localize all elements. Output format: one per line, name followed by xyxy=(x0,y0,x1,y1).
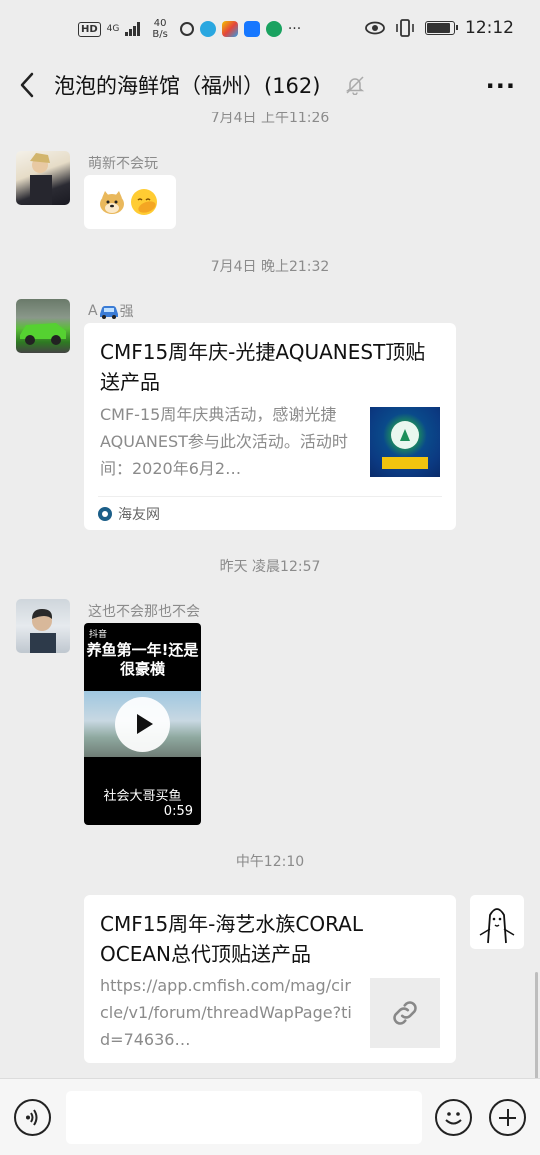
voice-icon xyxy=(26,1109,38,1126)
status-time: 12:12 xyxy=(465,18,514,38)
hd-badge: HD xyxy=(78,21,101,37)
card-title: CMF15周年-海艺水族CORAL OCEAN总代顶贴送产品 xyxy=(100,912,364,966)
input-bar xyxy=(0,1078,540,1155)
back-arrow-icon[interactable] xyxy=(14,70,44,100)
link-thumbnail xyxy=(370,978,440,1048)
avatar[interactable] xyxy=(16,151,70,205)
card-thumbnail xyxy=(370,407,440,477)
app-notification-icon xyxy=(179,22,194,36)
source-logo-icon xyxy=(98,506,112,521)
status-right: 12:12 xyxy=(365,18,514,38)
card-description: CMF-15周年庆典活动，感谢光捷AQUANEST参与此次活动。活动时间：202… xyxy=(100,405,348,478)
car-emoji-icon xyxy=(99,306,118,319)
car-avatar-icon xyxy=(20,323,66,345)
video-caption-top: 养鱼第一年!还是很豪横 xyxy=(86,641,199,678)
sender-name: 这也不会那也不会 xyxy=(88,604,200,620)
signal-icon xyxy=(125,22,141,36)
card-source: 海友网 xyxy=(98,496,442,530)
timestamp: 昨天 凌晨12:57 xyxy=(219,559,321,575)
source-name: 海友网 xyxy=(118,506,160,523)
link-icon xyxy=(393,1001,417,1025)
smiley-icon xyxy=(445,1112,462,1125)
network-speed: 40 B/s xyxy=(152,18,167,40)
speed-value: 40 xyxy=(153,18,167,29)
sender-name: 萌新不会玩 xyxy=(88,156,158,172)
doge-emoji-icon xyxy=(100,191,124,214)
timestamp: 7月4日 晚上21:32 xyxy=(210,259,330,275)
video-caption-bottom: 社会大哥买鱼 xyxy=(103,789,182,804)
vibrate-icon xyxy=(396,19,414,37)
mute-bell-icon xyxy=(345,76,365,95)
play-icon[interactable] xyxy=(115,697,170,752)
chat-title: 泡泡的海鲜馆（福州）(162) xyxy=(54,74,321,98)
avatar[interactable] xyxy=(16,299,70,353)
mobile-icon xyxy=(265,21,282,37)
anniversary-logo-icon xyxy=(382,421,428,469)
card-url: https://app.cmfish.com/mag/circle/v1/for… xyxy=(100,976,352,1049)
person-avatar-icon xyxy=(30,609,56,653)
message-input[interactable] xyxy=(66,1091,422,1144)
more-functions-button[interactable] xyxy=(489,1099,526,1136)
avatar[interactable] xyxy=(16,599,70,653)
voice-input-button[interactable] xyxy=(14,1099,51,1136)
emoji-message-bubble[interactable] xyxy=(84,175,176,229)
my-link-card-bubble[interactable]: CMF15周年-海艺水族CORAL OCEAN总代顶贴送产品 https://a… xyxy=(84,895,456,1063)
video-message[interactable]: 抖音 养鱼第一年!还是很豪横 社会大哥买鱼 0:59 xyxy=(84,623,201,825)
scrollbar[interactable] xyxy=(535,972,538,1078)
facepalm-emoji-icon xyxy=(131,189,157,215)
network-type: 4G xyxy=(106,24,120,34)
status-bar: HD 4G 40 B/s ··· 12:12 xyxy=(0,0,540,60)
sender-name-suffix: 强 xyxy=(119,304,134,320)
message-list[interactable]: 7月4日 上午11:26 萌新不会玩 7月4日 晚上21:32 A 强 CMF1… xyxy=(0,112,540,1078)
more-notifications-icon: ··· xyxy=(287,21,302,37)
battery-icon xyxy=(425,21,458,35)
my-avatar[interactable] xyxy=(470,895,524,949)
doodle-avatar-icon xyxy=(479,908,515,944)
browser-icon xyxy=(199,21,216,37)
status-left: HD 4G 40 B/s ··· xyxy=(78,18,301,40)
avatar-figure-icon xyxy=(30,153,52,205)
timestamp: 中午12:10 xyxy=(235,854,305,870)
alipay-icon xyxy=(243,21,260,37)
chat-header: 泡泡的海鲜馆（福州）(162) ··· xyxy=(0,60,540,112)
sender-name: A 强 xyxy=(88,301,134,321)
map-icon xyxy=(221,21,238,37)
more-options-button[interactable]: ··· xyxy=(486,72,516,100)
link-card-bubble[interactable]: CMF15周年庆-光捷AQUANEST顶贴送产品 CMF-15周年庆典活动，感谢… xyxy=(84,323,456,530)
tiktok-watermark: 抖音 xyxy=(89,630,108,640)
emoji-button[interactable] xyxy=(435,1099,472,1136)
video-duration: 0:59 xyxy=(163,804,193,819)
eye-comfort-icon xyxy=(365,21,385,35)
card-title: CMF15周年庆-光捷AQUANEST顶贴送产品 xyxy=(100,340,426,394)
speed-unit: B/s xyxy=(152,29,168,40)
sender-name-prefix: A xyxy=(88,303,98,319)
timestamp: 7月4日 上午11:26 xyxy=(210,112,330,126)
